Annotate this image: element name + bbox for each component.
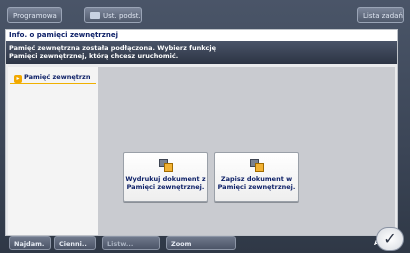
dialog-message-line2: Pamięci zewnętrznej, którą chcesz urucho… [9,52,179,60]
job-list-button[interactable]: Lista zadań [357,7,404,23]
top-toolbar: Programowa Ust. podst. Lista zadań [0,0,410,27]
dialog-message: Pamięć zewnętrzna została podłączona. Wy… [6,41,397,64]
save-to-memory-icon [249,159,264,172]
settings-icon [90,12,100,19]
bottom-button-3[interactable]: Listw... [102,236,160,250]
dialog-title: Info. o pamięci zewnętrznej [6,30,397,41]
settings-button[interactable]: Ust. podst. [84,7,142,23]
programs-label: Programowa [13,12,57,20]
dialog-content: Wydrukuj dokument z Pamięci zewnętrznej.… [98,67,395,235]
zoom-button[interactable]: Zoom [166,236,236,250]
print-from-memory-icon [158,159,173,172]
sidebar-item-external-memory[interactable]: ▸ Pamięć zewnętrzn [10,71,96,84]
dialog-message-line1: Pamięć zewnętrzna została podłączona. Wy… [9,44,217,52]
print-label-line1: Wydrukuj dokument z [125,175,206,183]
print-from-memory-button[interactable]: Wydrukuj dokument z Pamięci zewnętrznej. [123,152,208,202]
sidebar-item-label: Pamięć zewnętrzn [24,73,91,81]
dialog-sidebar: ▸ Pamięć zewnętrzn [8,67,98,235]
print-label-line2: Pamięci zewnętrznej. [126,183,205,191]
save-label-line2: Pamięci zewnętrznej. [217,183,296,191]
bottom-bar: Najdam. Cienni.. Listw... Zoom [0,236,410,253]
save-to-memory-button[interactable]: Zapisz dokument w Pamięci zewnętrznej. [214,152,299,202]
external-memory-dialog: Info. o pamięci zewnętrznej Pamięć zewnę… [5,29,398,236]
ok-button[interactable]: ✓ [376,227,404,251]
save-label-line1: Zapisz dokument w [220,175,293,183]
bottom-button-2[interactable]: Cienni.. [54,236,96,250]
settings-label: Ust. podst. [103,12,141,20]
job-list-label: Lista zadań [363,12,403,20]
selected-icon: ▸ [14,75,22,83]
bottom-button-1[interactable]: Najdam. [9,236,51,250]
programs-button[interactable]: Programowa [7,7,62,23]
